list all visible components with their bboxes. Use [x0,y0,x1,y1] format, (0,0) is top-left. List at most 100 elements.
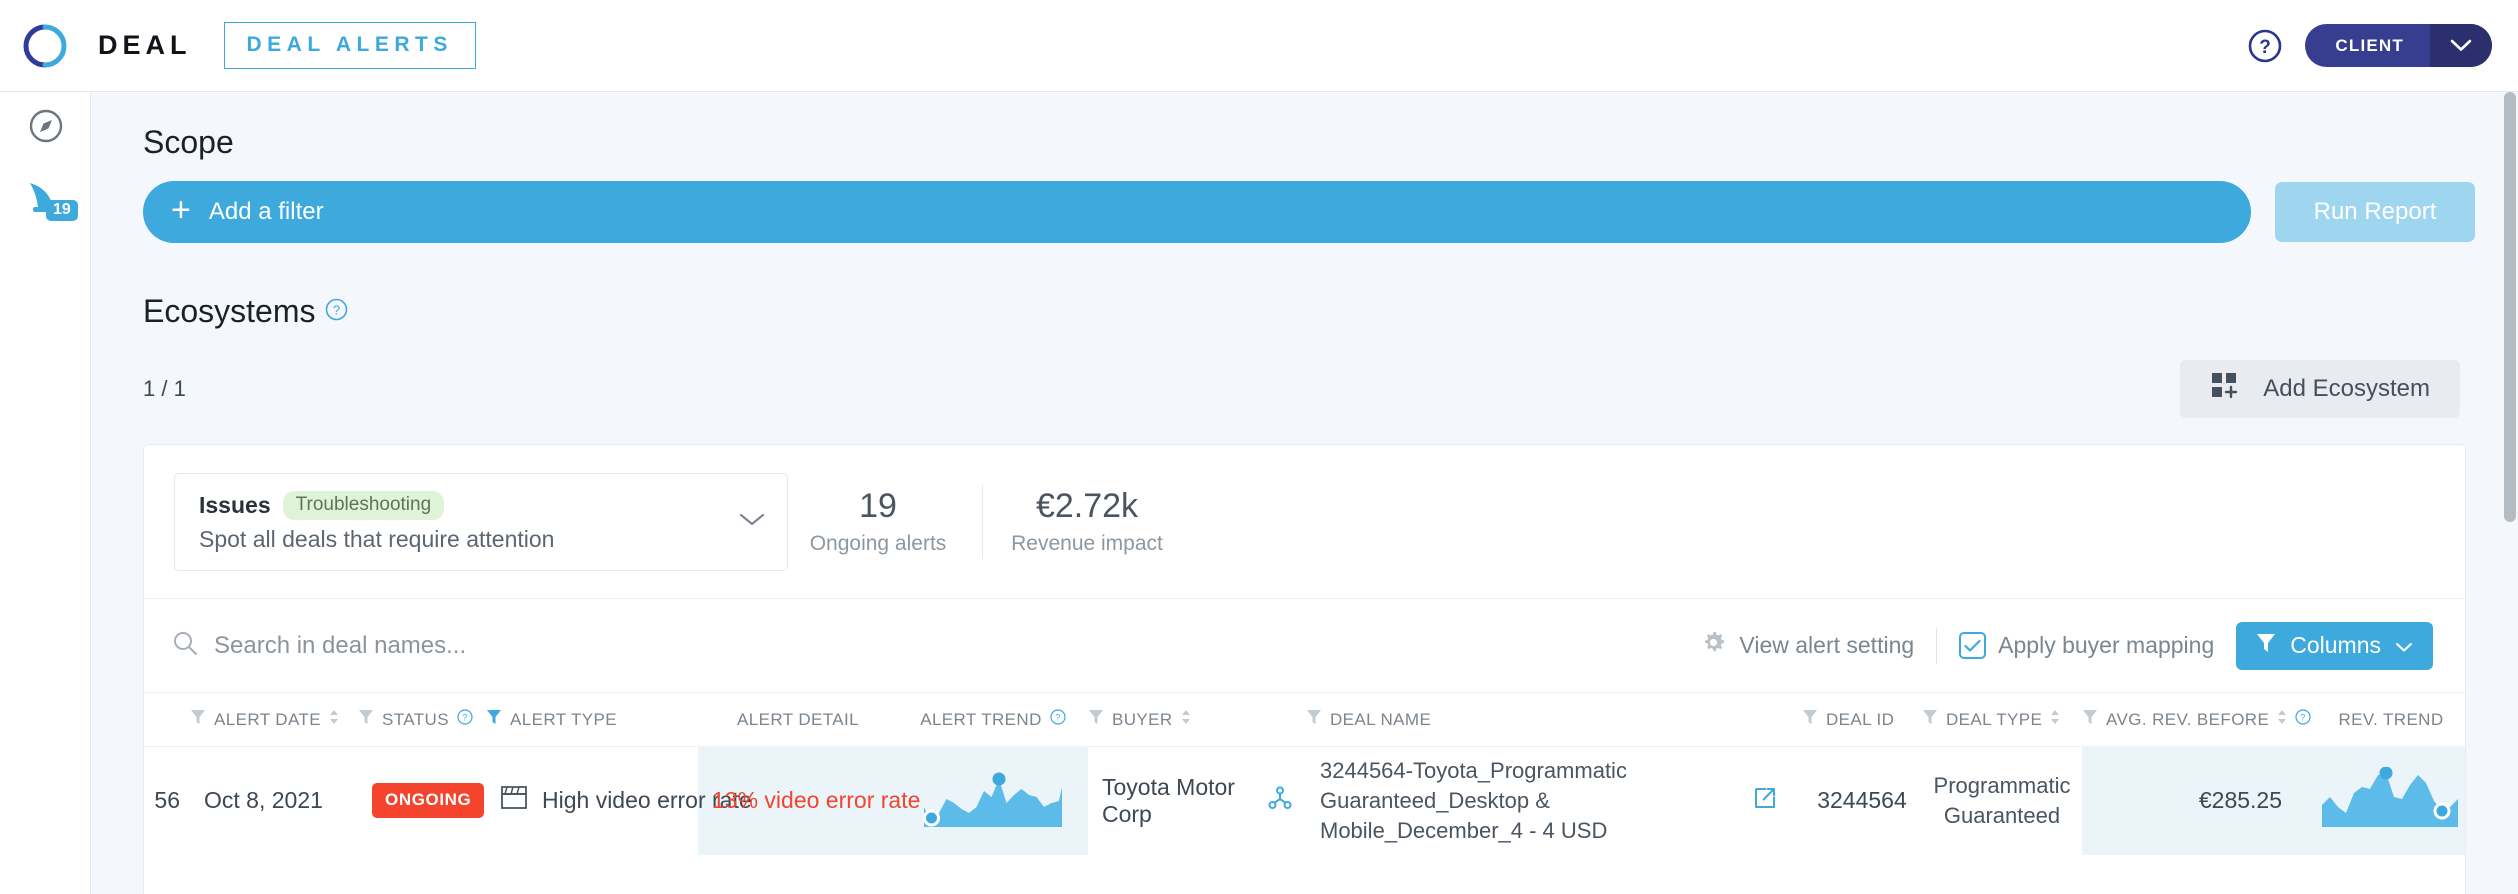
issues-selector[interactable]: Issues Troubleshooting Spot all deals th… [174,472,788,571]
client-selector[interactable]: CLIENT [2305,24,2492,67]
cell-status: ONGOING [358,747,486,855]
alerts-badge: 19 [46,200,78,221]
card-header: Issues Troubleshooting Spot all deals th… [144,445,2465,598]
rail-item-explore[interactable] [0,92,91,164]
toolbar-right: View alert setting Apply buyer mapping C… [1700,621,2433,670]
funnel-icon[interactable] [1088,708,1104,731]
th-alert-date[interactable]: ALERT DATE [190,692,358,747]
ecosystems-title-row: Ecosystems ? [143,293,2518,330]
th-alert-type[interactable]: ALERT TYPE [486,692,698,747]
ecosystems-title: Ecosystems [143,293,316,329]
th-rev-trend: REV. TREND [2296,692,2465,747]
th-label: AVG. REV. BEFORE [2106,709,2270,729]
apply-buyer-mapping-toggle[interactable]: Apply buyer mapping [1959,632,2214,659]
th-label: BUYER [1112,709,1173,729]
share-nodes-icon[interactable] [1268,786,1292,816]
columns-button[interactable]: Columns [2236,621,2433,670]
funnel-icon[interactable] [1306,708,1322,731]
funnel-icon[interactable] [190,708,206,731]
cell-buyer: Toyota Motor Corp [1088,747,1306,855]
chevron-down-icon[interactable] [2395,632,2413,659]
cell-deal-type: Programmatic Guaranteed [1922,747,2082,855]
app-name-chip[interactable]: DEAL ALERTS [223,22,476,69]
left-rail: 19 [0,92,91,894]
clapperboard-icon [500,785,528,817]
deal-type-label: Programmatic Guaranteed [1933,773,2071,828]
main-content: Scope + Add a filter Run Report Ecosyste… [91,92,2518,894]
funnel-icon[interactable] [2082,708,2098,731]
cell-alert-detail: 13% video error rate [698,746,920,855]
run-report-button[interactable]: Run Report [2275,182,2475,242]
top-bar: DEAL DEAL ALERTS ? CLIENT [0,0,2518,92]
view-alert-setting-button[interactable]: View alert setting [1700,629,1914,662]
search-icon [172,630,198,661]
checkbox-icon[interactable] [1959,632,1987,659]
client-selector-label: CLIENT [2335,35,2404,55]
chevron-down-icon[interactable] [739,512,765,532]
th-avg-rev-before[interactable]: AVG. REV. BEFORE ? [2082,692,2311,747]
alert-trend-sparkline [918,772,1068,834]
th-label: DEAL TYPE [1946,709,2043,729]
svg-text:?: ? [333,302,340,317]
cell-rev-trend [2296,746,2465,855]
kpi-group: 19 Ongoing alerts €2.72k Revenue impact [788,484,1177,559]
th-label: DEAL NAME [1330,709,1432,729]
vertical-scrollbar[interactable] [2502,92,2518,894]
rev-trend-sparkline [2316,766,2465,834]
sort-icon[interactable] [329,709,339,730]
cell-alert-trend [898,746,1088,855]
th-deal-type[interactable]: DEAL TYPE [1922,692,2082,747]
svg-text:?: ? [2260,37,2272,58]
add-ecosystem-label: Add Ecosystem [2263,375,2430,402]
gear-icon [1700,629,1727,662]
kpi-divider [982,484,983,559]
funnel-icon[interactable] [1922,708,1938,731]
external-link-icon[interactable] [1753,787,1777,815]
table-row[interactable]: 56 Oct 8, 2021 ONGOING High video error … [144,746,2465,855]
add-ecosystem-button[interactable]: Add Ecosystem [2180,360,2460,418]
question-circle-icon[interactable]: ? [2247,28,2283,64]
th-status[interactable]: STATUS ? [358,692,486,747]
brand-name: DEAL [98,30,192,60]
deal-name-label: 3244564-Toyota_Programmatic Guaranteed_D… [1320,758,1627,843]
grid-plus-icon [2210,370,2241,408]
scrollbar-thumb[interactable] [2504,92,2516,522]
funnel-icon[interactable] [358,708,374,731]
circle-logo-icon[interactable] [18,19,72,73]
funnel-icon[interactable] [1802,708,1818,731]
question-circle-icon[interactable]: ? [457,709,473,730]
kpi-label: Ongoing alerts [809,532,947,555]
scope-row: + Add a filter Run Report [143,181,2518,243]
th-label: STATUS [382,709,449,729]
question-circle-icon[interactable]: ? [2295,709,2311,730]
th-alert-detail: ALERT DETAIL [698,692,898,747]
top-bar-right: ? CLIENT [2247,24,2492,67]
ecosystems-count: 1 / 1 [143,376,186,401]
search-box[interactable] [172,630,814,661]
status-badge: ONGOING [372,783,485,819]
kpi-value: 19 [859,487,897,525]
sort-icon[interactable] [2050,709,2060,730]
buyer-label: Toyota Motor Corp [1102,773,1235,827]
th-index [144,692,190,747]
issues-label: Issues [199,491,271,518]
issues-tag: Troubleshooting [282,490,445,520]
th-deal-name[interactable]: DEAL NAME [1306,692,1728,747]
search-input[interactable] [214,631,814,660]
th-buyer[interactable]: BUYER [1088,692,1306,747]
sort-icon[interactable] [1181,709,1191,730]
sort-icon[interactable] [2277,709,2287,730]
issues-subtitle: Spot all deals that require attention [199,525,555,552]
th-deal-id[interactable]: DEAL ID [1802,692,1922,747]
funnel-icon [2256,632,2276,660]
th-label: ALERT TYPE [510,709,617,729]
funnel-icon[interactable] [486,708,502,731]
question-circle-icon[interactable]: ? [1050,709,1066,730]
rail-item-alerts[interactable]: 19 [0,164,91,236]
th-label: DEAL ID [1826,709,1895,729]
cell-deal-link[interactable] [1728,747,1802,855]
add-filter-button[interactable]: + Add a filter [143,181,2251,243]
svg-text:?: ? [462,713,467,723]
question-circle-icon[interactable]: ? [325,298,348,326]
chevron-down-icon[interactable] [2430,24,2492,67]
